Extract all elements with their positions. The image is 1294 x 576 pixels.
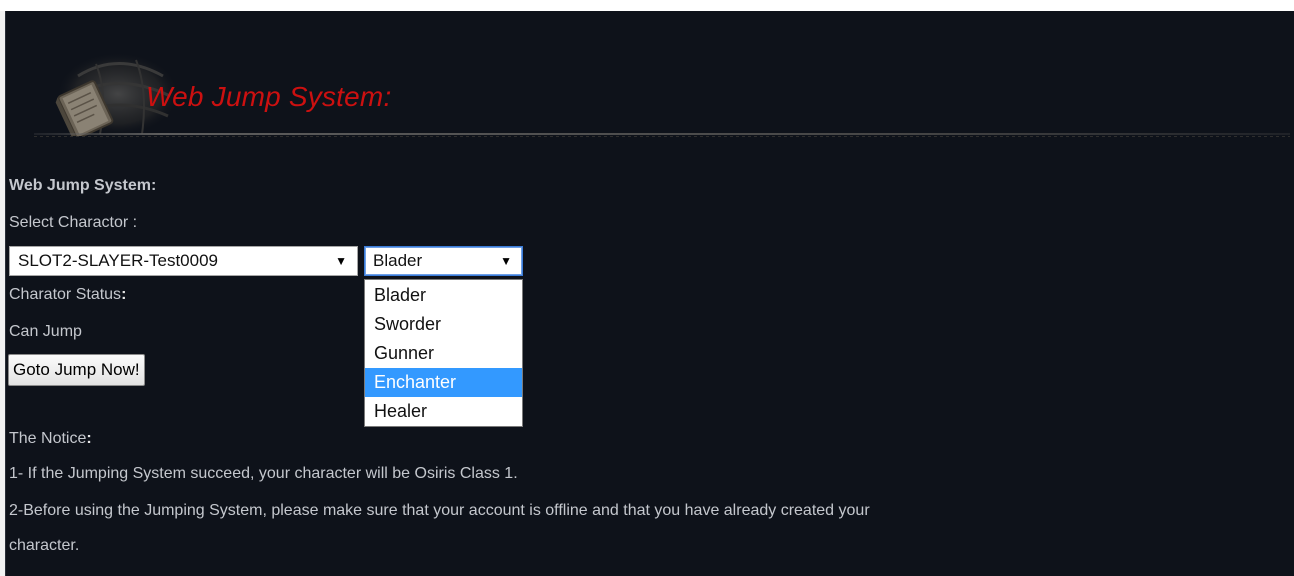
- class-select-value: Blader: [373, 251, 423, 270]
- notice-item: 1- If the Jumping System succeed, your c…: [9, 465, 518, 482]
- status-label-line: Charator Status:: [9, 285, 126, 305]
- left-border: [0, 11, 6, 576]
- class-select[interactable]: Blader ▼: [364, 246, 523, 276]
- status-value: Can Jump: [9, 323, 82, 340]
- dropdown-arrow-icon: ▼: [335, 254, 347, 268]
- character-select-label: Select Charactor :: [9, 214, 138, 231]
- top-strip: [0, 0, 1294, 11]
- notice-label-line: The Notice:: [9, 429, 92, 449]
- notice-item: 2-Before using the Jumping System, pleas…: [9, 502, 870, 519]
- class-option-healer[interactable]: Healer: [365, 397, 522, 426]
- page-title: Web Jump System:: [146, 81, 392, 112]
- dropdown-arrow-icon: ▼: [500, 254, 512, 268]
- notice-label: The Notice: [9, 430, 87, 447]
- header-divider: [34, 133, 1290, 135]
- goto-jump-button[interactable]: Goto Jump Now!: [8, 354, 145, 386]
- class-option-enchanter[interactable]: Enchanter: [365, 368, 522, 397]
- notice-item: character.: [9, 537, 80, 554]
- class-option-gunner[interactable]: Gunner: [365, 339, 522, 368]
- page-header: Web Jump System:: [28, 38, 1290, 138]
- status-label: Charator Status: [9, 286, 122, 303]
- character-select[interactable]: SLOT2-SLAYER-Test0009 ▼: [9, 246, 358, 276]
- header-divider-dots: [34, 136, 1290, 137]
- class-option-blader[interactable]: Blader: [365, 281, 522, 310]
- class-dropdown-list: Blader Sworder Gunner Enchanter Healer: [364, 279, 523, 427]
- notice-colon: :: [86, 430, 92, 447]
- class-option-sworder[interactable]: Sworder: [365, 310, 522, 339]
- character-select-value: SLOT2-SLAYER-Test0009: [18, 251, 218, 270]
- section-heading: Web Jump System:: [9, 177, 157, 194]
- status-colon: :: [121, 286, 127, 303]
- page: Web Jump System: Web Jump System: Select…: [0, 0, 1294, 576]
